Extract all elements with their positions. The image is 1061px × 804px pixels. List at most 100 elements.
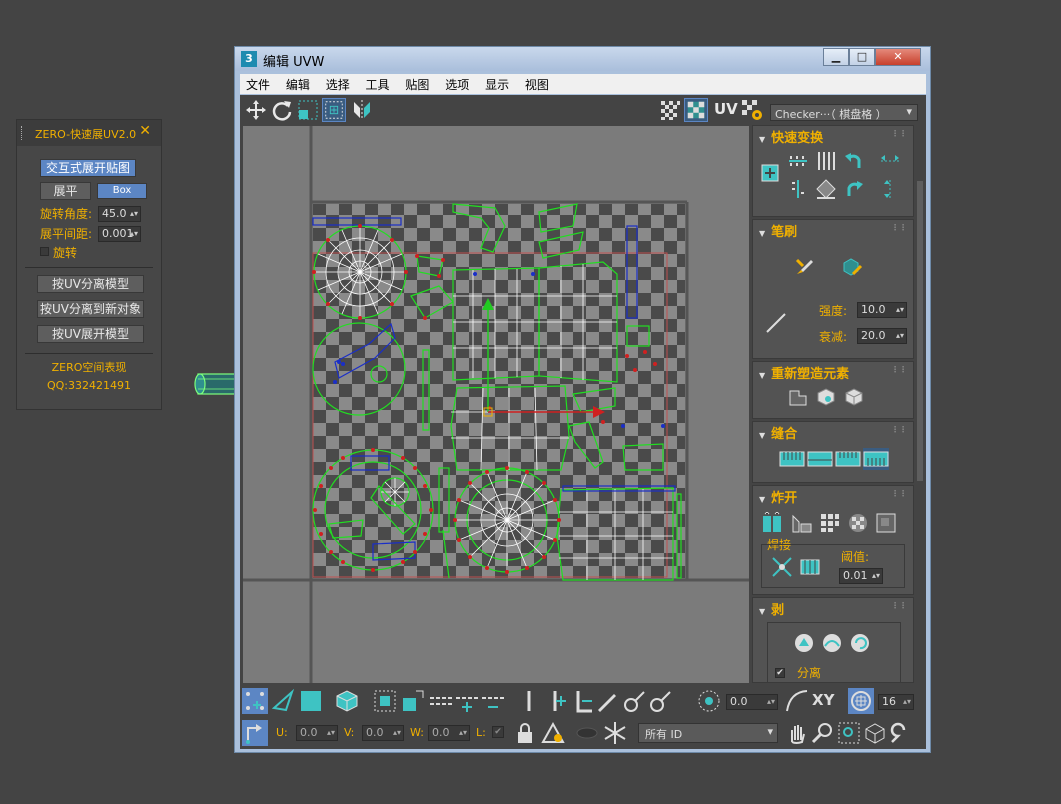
paint-shrink-icon[interactable]	[648, 688, 674, 714]
collapse-triangle-icon[interactable]: ▼	[759, 371, 765, 380]
loop-grow-icon[interactable]	[454, 688, 480, 714]
checker-pattern-icon[interactable]	[658, 98, 682, 122]
uv-viewport[interactable]	[243, 126, 749, 683]
drag-grip-icon[interactable]	[21, 126, 24, 140]
edge-mode-icon[interactable]	[270, 688, 296, 714]
grid-size-spinner[interactable]: 16	[878, 694, 914, 710]
falloff-spinner[interactable]: 20.0	[857, 328, 907, 344]
w-spinner[interactable]: 0.0	[428, 725, 470, 741]
grow-selection-icon[interactable]	[372, 688, 398, 714]
unwrap-model-button[interactable]: 按UV展开模型	[37, 325, 144, 343]
mirror-icon[interactable]	[350, 98, 374, 122]
rollout-scrollbar[interactable]	[917, 125, 923, 683]
snap-icon[interactable]	[888, 720, 914, 746]
relax-cube-icon[interactable]	[815, 386, 837, 408]
strength-spinner[interactable]: 10.0	[857, 302, 907, 318]
rotate-icon[interactable]	[270, 98, 294, 122]
zero-panel-title[interactable]: ZERO-快速展UV2.0 ✕	[17, 120, 161, 146]
spread-h-icon[interactable]	[879, 150, 901, 172]
menu-mapping[interactable]: 贴图	[399, 74, 435, 93]
freeform-icon[interactable]	[322, 98, 346, 122]
menu-file[interactable]: 文件	[240, 74, 276, 93]
flatten-by-polygon-icon[interactable]	[819, 512, 841, 534]
collapse-triangle-icon[interactable]: ▼	[759, 229, 765, 238]
drag-dots-icon[interactable]: ⋮⋮	[891, 223, 907, 232]
rotate-ccw-icon[interactable]	[843, 150, 865, 172]
menu-options[interactable]: 选项	[439, 74, 475, 93]
flatten-by-smoothing-icon[interactable]	[847, 512, 869, 534]
ring-icon[interactable]	[516, 688, 542, 714]
straighten-selection-icon[interactable]	[787, 386, 809, 408]
threshold-spinner[interactable]: 0.01	[839, 568, 883, 584]
texture-dropdown[interactable]: Checker···（ 棋盘格 ）	[770, 104, 918, 121]
drag-dots-icon[interactable]: ⋮⋮	[891, 365, 907, 374]
maximize-button[interactable]: □	[849, 48, 875, 66]
loop-icon[interactable]	[428, 688, 454, 714]
stitch-custom-icon[interactable]	[779, 448, 805, 470]
detach-icon[interactable]	[791, 512, 813, 534]
ring-grow-icon[interactable]	[542, 688, 568, 714]
ring-shrink-icon[interactable]	[568, 688, 594, 714]
lock-icon[interactable]	[512, 720, 538, 746]
rotation-spinner[interactable]: 0.0	[726, 694, 778, 710]
peel-reset-icon[interactable]	[849, 632, 871, 654]
falloff-curve-icon[interactable]	[784, 688, 810, 714]
relax-brush-icon[interactable]	[841, 256, 863, 278]
align-to-edge-icon[interactable]	[787, 178, 809, 200]
drag-dots-icon[interactable]: ⋮⋮	[891, 129, 907, 138]
shrink-selection-icon[interactable]	[400, 688, 426, 714]
menu-select[interactable]: 选择	[320, 74, 356, 93]
minimize-button[interactable]: ▁	[823, 48, 849, 66]
chevron-down-icon[interactable]: ▾	[767, 725, 773, 738]
paint-grow-icon[interactable]	[622, 688, 648, 714]
rollout-header[interactable]: ▼ 快速变换 ⋮⋮	[753, 126, 913, 146]
interactive-unwrap-button[interactable]: 交互式展开贴图	[40, 159, 136, 177]
flatten-by-material-icon[interactable]	[875, 512, 897, 534]
spread-v-icon[interactable]	[879, 178, 901, 200]
soft-selection-icon[interactable]	[696, 688, 722, 714]
zoom-icon[interactable]	[810, 720, 836, 746]
rotate-checkbox[interactable]	[40, 247, 49, 256]
v-spinner[interactable]: 0.0	[362, 725, 404, 741]
paint-select-icon[interactable]	[594, 688, 620, 714]
quick-peel-icon[interactable]	[793, 632, 815, 654]
stitch-average-icon[interactable]	[835, 448, 861, 470]
collapse-triangle-icon[interactable]: ▼	[759, 607, 765, 616]
align-pivot-icon[interactable]	[761, 164, 779, 182]
flatten-spacing-spinner[interactable]: 0.001	[98, 226, 141, 242]
rollout-header[interactable]: ▼ 缝合 ⋮⋮	[753, 422, 913, 442]
rollout-header[interactable]: ▼ 笔刷 ⋮⋮	[753, 220, 913, 240]
zoom-region-icon[interactable]	[836, 720, 862, 746]
vertex-mode-icon[interactable]	[242, 688, 268, 714]
element-mode-icon[interactable]	[334, 688, 360, 714]
rollout-header[interactable]: ▼ 重新塑造元素 ⋮⋮	[753, 362, 913, 382]
stitch-to-source-icon[interactable]	[863, 448, 889, 470]
drag-dots-icon[interactable]: ⋮⋮	[891, 489, 907, 498]
box-button[interactable]: Box	[97, 183, 147, 199]
brush-line-icon[interactable]	[765, 312, 787, 334]
unhide-icon[interactable]	[574, 720, 600, 746]
drag-dots-icon[interactable]: ⋮⋮	[891, 601, 907, 610]
menu-display[interactable]: 显示	[479, 74, 515, 93]
u-spinner[interactable]: 0.0	[296, 725, 338, 741]
break-icon[interactable]	[761, 512, 783, 534]
separate-checkbox[interactable]: ✔	[775, 668, 785, 678]
stitch-to-target-icon[interactable]	[807, 448, 833, 470]
xy-space-toggle[interactable]: XY	[812, 691, 834, 709]
drag-dots-icon[interactable]: ⋮⋮	[891, 425, 907, 434]
paint-move-icon[interactable]	[793, 256, 815, 278]
scale-icon[interactable]	[296, 98, 320, 122]
close-icon[interactable]: ✕	[139, 123, 151, 139]
weld-target-icon[interactable]	[799, 556, 821, 578]
absolute-offset-icon[interactable]	[242, 720, 268, 746]
pan-hand-icon[interactable]	[784, 720, 810, 746]
rollout-header[interactable]: ▼ 炸开 ⋮⋮	[753, 486, 913, 506]
rotate-cw-icon[interactable]	[843, 178, 865, 200]
menu-tools[interactable]: 工具	[360, 74, 396, 93]
freeze-icon[interactable]	[602, 720, 628, 746]
polygon-mode-icon[interactable]	[298, 688, 324, 714]
relax-settings-icon[interactable]	[843, 386, 865, 408]
window-titlebar[interactable]: 3 编辑 UVW ▁ □ ✕	[235, 47, 930, 71]
rollout-header[interactable]: ▼ 剥 ⋮⋮	[753, 598, 913, 618]
split-by-uv-button[interactable]: 按UV分离模型	[37, 275, 144, 293]
